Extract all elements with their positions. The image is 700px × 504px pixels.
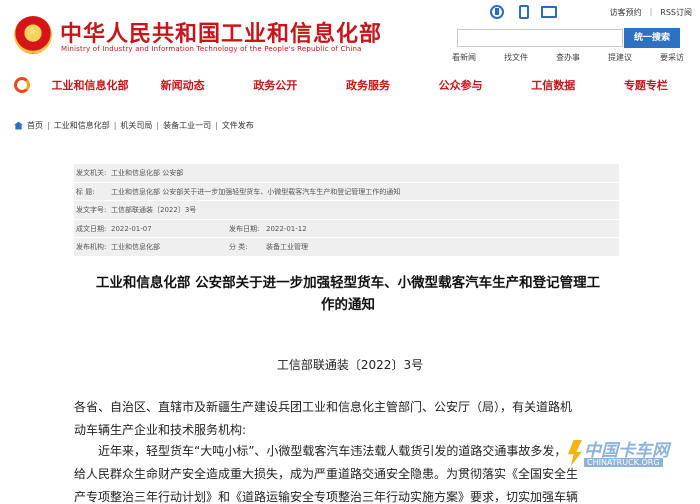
breadcrumb-file-release[interactable]: 文件发布 (222, 120, 254, 131)
quick-link-news[interactable]: 看新闻 (452, 52, 476, 63)
quick-links: 看新闻 找文件 查办事 提建议 要采访 (452, 52, 684, 63)
issuer-label: 发文机关: (76, 169, 107, 177)
quick-link-services[interactable]: 查办事 (556, 52, 580, 63)
accessibility-icon[interactable] (490, 5, 504, 19)
quick-link-files[interactable]: 找文件 (504, 52, 528, 63)
info-row-title: 标 题: 工业和信息化部 公安部关于进一步加强轻型货车、小微型载客汽车生产和登记… (74, 183, 619, 202)
mobile-icon[interactable] (519, 5, 529, 19)
rss-link[interactable]: RSS订阅 (660, 7, 692, 18)
nav-logo-icon[interactable] (14, 77, 30, 93)
breadcrumb-separator: | (113, 121, 117, 130)
main-nav: 工业和信息化部 新闻动态 政务公开 政务服务 公众参与 工信数据 专题专栏 (0, 72, 700, 98)
breadcrumb-separator: | (215, 121, 218, 130)
info-row-issuer: 发文机关: 工业和信息化部 公安部 (74, 164, 619, 183)
agency-label: 发布机构: (76, 243, 107, 252)
created-value: 2022-01-07 (111, 224, 152, 233)
breadcrumb-equipment-dept[interactable]: 装备工业一司 (163, 120, 211, 131)
search-input[interactable] (457, 29, 623, 47)
watermark-url: CHINATRUCK.ORG (584, 458, 663, 467)
site-header: ★ 中华人民共和国工业和信息化部 Ministry of Industry an… (0, 0, 700, 68)
nav-item-gov-affairs[interactable]: 政务公开 (229, 77, 321, 93)
search-button[interactable]: 统一搜索 (624, 28, 680, 48)
home-icon (14, 121, 23, 130)
nav-item-miit[interactable]: 工业和信息化部 (44, 77, 136, 93)
article-title-line: 工业和信息化部 公安部关于进一步加强轻型货车、小微型载客汽车生产和登记管理工 (95, 275, 601, 291)
quick-link-suggest[interactable]: 提建议 (608, 52, 632, 63)
agency-value: 工业和信息化部 (111, 243, 160, 252)
nav-item-data[interactable]: 工信数据 (507, 77, 599, 93)
paragraph-line: 各省、自治区、直辖市及新疆生产建设兵团工业和信息化主管部门、公安厅（局），有关道… (74, 400, 573, 414)
paragraph-line: 动车辆生产企业和技术服务机构: (74, 423, 247, 437)
tool-icons (490, 5, 557, 21)
lightning-icon (568, 440, 582, 466)
nav-item-public-participation[interactable]: 公众参与 (415, 77, 507, 93)
nav-item-gov-services[interactable]: 政务服务 (322, 77, 414, 93)
paragraph-line: 给人民群众生命财产安全造成重大损失，成为严重道路交通安全隐患。为贯彻落实《全国安… (74, 467, 579, 481)
paragraph-line: 产专项整治三年行动计划》和《道路运输安全专项整治三年行动实施方案》要求，切实加强… (74, 490, 579, 504)
issuer-value: 工业和信息化部 公安部 (111, 169, 184, 177)
category-value: 装备工业管理 (266, 243, 308, 252)
breadcrumb-separator: | (156, 121, 160, 130)
breadcrumb-departments[interactable]: 机关司局 (120, 120, 152, 131)
info-row-agency: 发布机构: 工业和信息化部 分 类: 装备工业管理 (74, 238, 619, 257)
paragraph-line: 近年来，轻型货车“大吨小标”、小微型载客汽车违法载人载货引发的道路交通事故多发， (98, 444, 567, 458)
created-label: 成文日期: (76, 224, 107, 233)
title-label: 标 题: (76, 187, 95, 196)
divider: | (649, 7, 653, 16)
star-icon: ★ (27, 24, 38, 38)
visitor-appointment-link[interactable]: 访客预约 (610, 7, 642, 18)
breadcrumb-miit[interactable]: 工业和信息化部 (54, 120, 110, 131)
breadcrumb-home[interactable]: 首页 (27, 120, 43, 131)
article-title: 工业和信息化部 公安部关于进一步加强轻型货车、小微型载客汽车生产和登记管理工 作… (74, 272, 622, 316)
published-value: 2022-01-12 (266, 224, 307, 233)
top-links: 访客预约 | RSS订阅 (610, 7, 692, 18)
nav-item-special-topics[interactable]: 专题专栏 (600, 77, 692, 93)
site-subtitle: Ministry of Industry and Information Tec… (61, 45, 362, 53)
info-row-docno: 发文字号: 工信部联通装〔2022〕3号 (74, 201, 619, 220)
mail-icon[interactable] (541, 6, 557, 18)
document-info-table: 发文机关: 工业和信息化部 公安部 标 题: 工业和信息化部 公安部关于进一步加… (74, 164, 619, 257)
article-title-line: 作的通知 (321, 297, 375, 313)
info-row-dates: 成文日期: 2022-01-07 发布日期: 2022-01-12 (74, 220, 619, 239)
watermark: 中国卡车网 CHINATRUCK.ORG (560, 436, 700, 476)
nav-item-news[interactable]: 新闻动态 (137, 77, 229, 93)
breadcrumb-separator: | (47, 121, 50, 130)
docno-label: 发文字号: (76, 206, 107, 215)
title-value: 工业和信息化部 公安部关于进一步加强轻型货车、小微型载客汽车生产和登记管理工作的… (111, 187, 401, 196)
published-label: 发布日期: (229, 224, 260, 233)
site-title[interactable]: 中华人民共和国工业和信息化部 (60, 16, 382, 48)
category-label: 分 类: (229, 243, 248, 252)
docno-value: 工信部联通装〔2022〕3号 (111, 206, 197, 215)
breadcrumb: 首页 | 工业和信息化部 | 机关司局 | 装备工业一司 | 文件发布 (14, 120, 254, 131)
document-number: 工信部联通装〔2022〕3号 (276, 358, 424, 372)
quick-link-interview[interactable]: 要采访 (660, 52, 684, 63)
